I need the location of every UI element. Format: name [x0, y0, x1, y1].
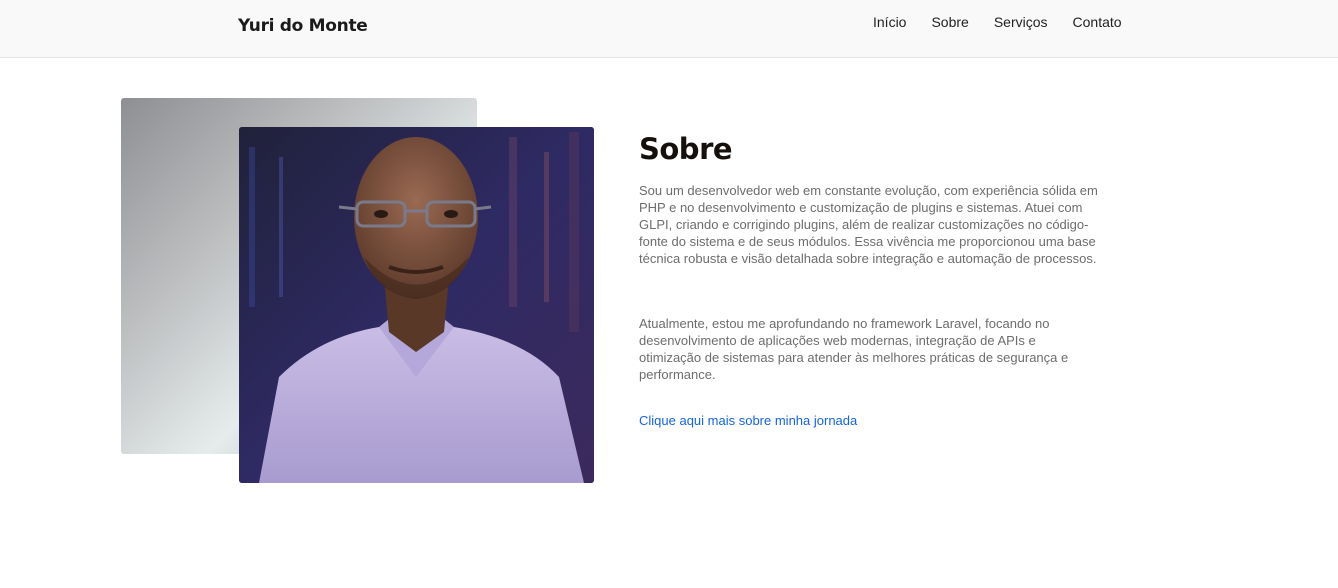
nav-link-contato[interactable]: Contato: [1073, 14, 1122, 30]
main-nav: Início Sobre Serviços Contato: [873, 14, 1122, 30]
profile-photo: [239, 127, 594, 483]
section-title: Sobre: [639, 132, 733, 166]
site-header: Yuri do Monte Início Sobre Serviços Cont…: [0, 0, 1338, 58]
nav-link-inicio[interactable]: Início: [873, 14, 906, 30]
about-paragraph-2: Atualmente, estou me aprofundando no fra…: [639, 316, 1069, 382]
journey-link[interactable]: Clique aqui mais sobre minha jornada: [639, 413, 857, 428]
nav-link-sobre[interactable]: Sobre: [931, 14, 968, 30]
brand-logo[interactable]: Yuri do Monte: [238, 16, 368, 36]
about-paragraph-1: Sou um desenvolvedor web em constante ev…: [639, 183, 1098, 266]
nav-link-servicos[interactable]: Serviços: [994, 14, 1048, 30]
